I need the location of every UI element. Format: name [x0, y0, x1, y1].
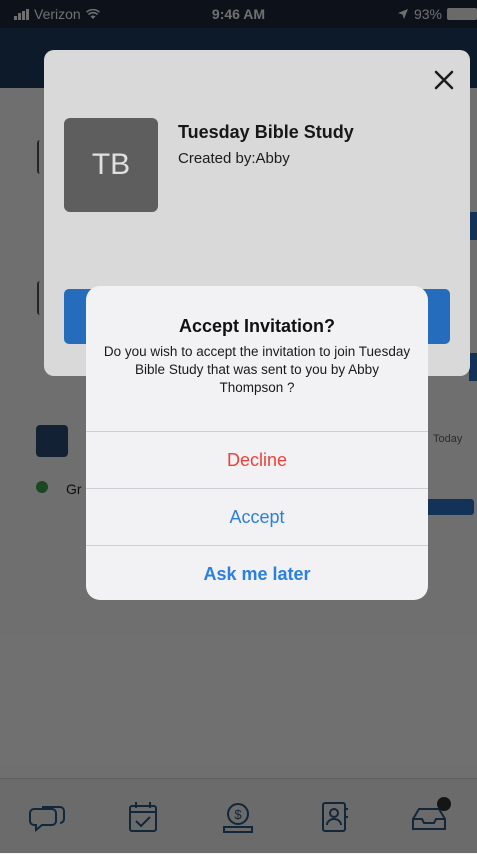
ask-later-button[interactable]: Ask me later — [86, 545, 428, 600]
alert-actions: Decline Accept Ask me later — [86, 431, 428, 600]
alert-message: Do you wish to accept the invitation to … — [103, 344, 411, 395]
decline-button[interactable]: Decline — [86, 431, 428, 488]
accept-invitation-alert: Accept Invitation? Do you wish to accept… — [86, 286, 428, 600]
accept-button[interactable]: Accept — [86, 488, 428, 545]
alert-title: Accept Invitation? — [178, 316, 335, 336]
